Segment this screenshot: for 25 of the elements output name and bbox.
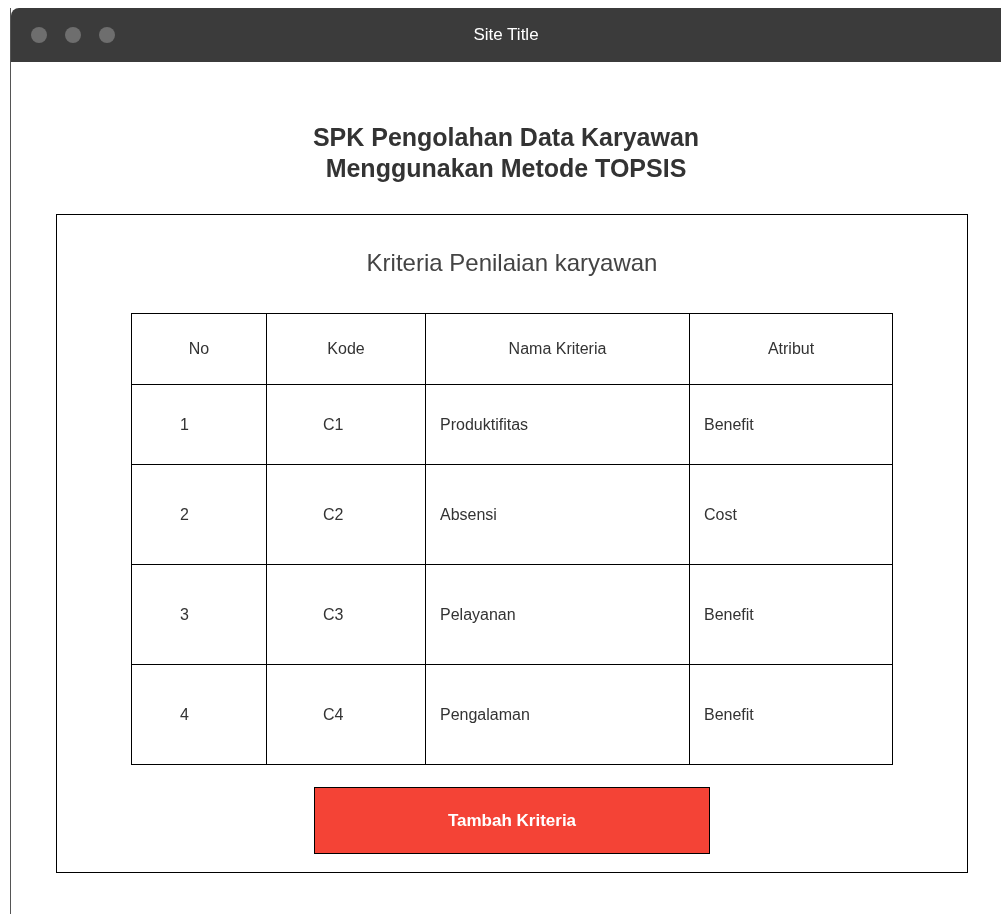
table-cell: Produktifitas [425,384,690,465]
table-cell: 4 [131,664,267,765]
table-cell: Benefit [689,664,893,765]
table-cell: C4 [266,664,426,765]
table-cell: Benefit [689,564,893,665]
column-header: Nama Kriteria [425,313,690,385]
table-cell: 3 [131,564,267,665]
table-cell: Pelayanan [425,564,690,665]
table-cell: C2 [266,464,426,565]
table-cell: C3 [266,564,426,665]
table-cell: C1 [266,384,426,465]
table-cell: Pengalaman [425,664,690,765]
table-cell: Cost [689,464,893,565]
table-cell: 2 [131,464,267,565]
table-cell: 1 [131,384,267,465]
window-title: Site Title [473,24,539,47]
column-header: Kode [266,313,426,385]
add-criteria-button[interactable]: Tambah Kriteria [314,787,710,854]
table-cell: Benefit [689,384,893,465]
page-heading: Menggunakan Metode TOPSIS [325,153,687,184]
panel-title: Kriteria Penilaian karyawan [366,248,658,278]
column-header: Atribut [689,313,893,385]
column-header: No [131,313,267,385]
page-heading: SPK Pengolahan Data Karyawan [312,122,700,153]
table-cell: Absensi [425,464,690,565]
